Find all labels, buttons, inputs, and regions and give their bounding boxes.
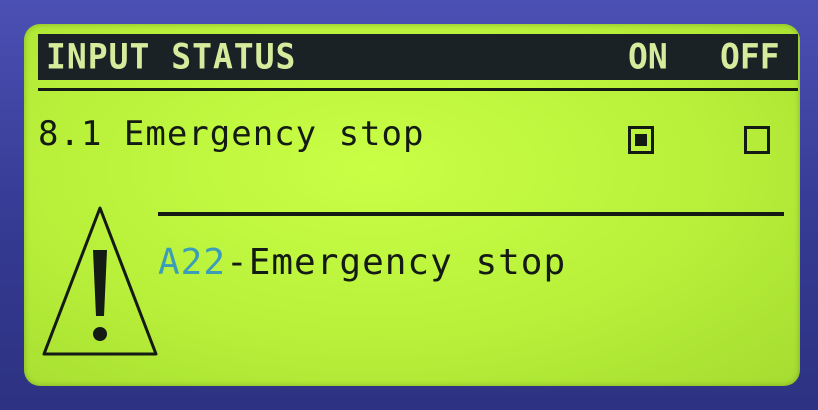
page-title: INPUT STATUS: [46, 36, 297, 77]
alarm-text: -Emergency stop: [226, 242, 567, 283]
warning-triangle-icon: [42, 206, 158, 356]
alarm-message: A22-Emergency stop: [158, 242, 566, 283]
alarm-code: A22: [158, 242, 227, 283]
column-header-off: OFF: [720, 36, 780, 77]
on-checkbox[interactable]: [628, 126, 654, 154]
device-bezel: INPUT STATUS ON OFF 8.1 Emergency stop A…: [0, 0, 818, 410]
off-checkbox[interactable]: [744, 126, 770, 154]
alarm-divider: [158, 212, 784, 216]
lcd-screen: INPUT STATUS ON OFF 8.1 Emergency stop A…: [24, 24, 800, 386]
header-divider: [38, 88, 798, 91]
input-label: 8.1 Emergency stop: [38, 114, 425, 154]
status-header-bar: INPUT STATUS ON OFF: [38, 34, 798, 80]
column-header-on: ON: [628, 36, 668, 77]
